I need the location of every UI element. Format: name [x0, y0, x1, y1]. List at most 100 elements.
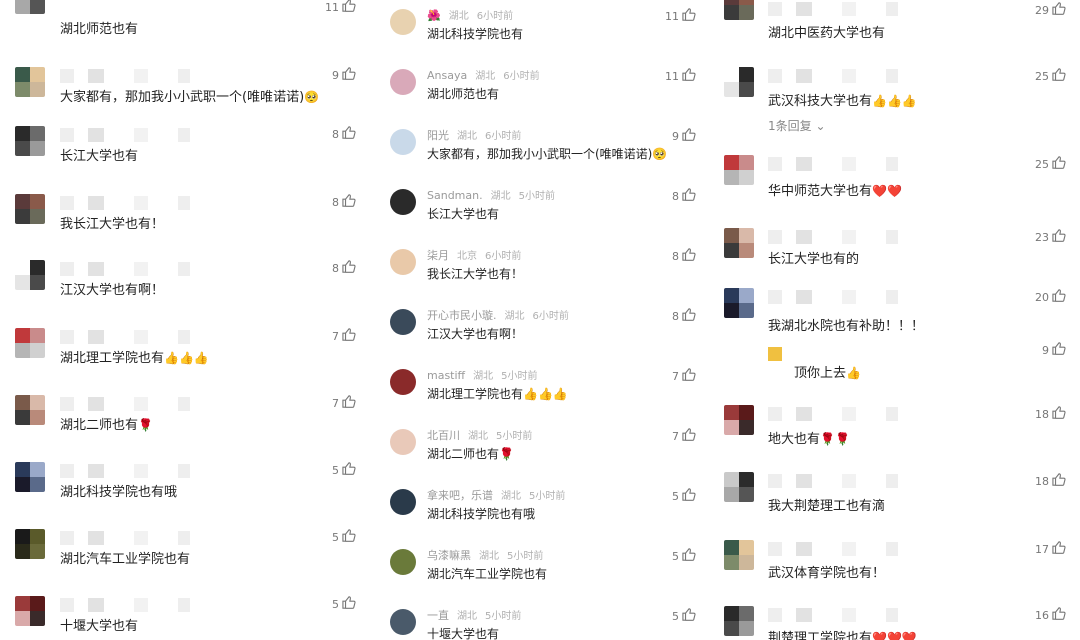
- emoji-suffix: 👍👍👍: [872, 94, 917, 108]
- like-button[interactable]: 17: [1035, 541, 1066, 557]
- like-button[interactable]: 7: [332, 395, 356, 411]
- redacted-username: [768, 157, 782, 171]
- avatar[interactable]: [724, 155, 754, 185]
- comment-text: 湖北理工学院也有👍👍👍: [427, 385, 568, 402]
- like-button[interactable]: 9: [1042, 342, 1066, 358]
- comment-text: 湖北科技学院也有哦: [427, 505, 535, 522]
- like-button[interactable]: 25: [1035, 156, 1066, 172]
- avatar[interactable]: [724, 67, 754, 97]
- like-button[interactable]: 23: [1035, 229, 1066, 245]
- like-button[interactable]: 8: [332, 126, 356, 142]
- like-count: 8: [672, 189, 679, 203]
- location: 湖北: [490, 191, 511, 202]
- avatar[interactable]: [15, 126, 45, 156]
- avatar[interactable]: [724, 472, 754, 502]
- avatar[interactable]: [390, 369, 416, 395]
- like-button[interactable]: 8: [672, 308, 696, 324]
- like-button[interactable]: 5: [332, 462, 356, 478]
- avatar[interactable]: [724, 228, 754, 258]
- avatar[interactable]: [724, 0, 754, 20]
- username[interactable]: 🌺: [427, 9, 441, 22]
- avatar[interactable]: [724, 288, 754, 318]
- username[interactable]: Ansaya: [427, 69, 467, 82]
- avatar[interactable]: [15, 462, 45, 492]
- like-button[interactable]: 7: [672, 368, 696, 384]
- view-replies-link[interactable]: 1条回复 ⌄: [768, 117, 826, 134]
- redacted-username: [88, 69, 104, 83]
- like-button[interactable]: 11: [325, 0, 356, 15]
- avatar[interactable]: [15, 67, 45, 97]
- like-button[interactable]: 5: [672, 488, 696, 504]
- thumbs-up-icon: [1052, 68, 1066, 84]
- like-button[interactable]: 8: [672, 248, 696, 264]
- avatar[interactable]: [724, 405, 754, 435]
- like-button[interactable]: 5: [332, 596, 356, 612]
- username[interactable]: 阳光: [427, 129, 449, 142]
- redacted-username: [88, 196, 104, 210]
- thumbs-up-icon: [1052, 607, 1066, 623]
- avatar[interactable]: [15, 395, 45, 425]
- like-button[interactable]: 25: [1035, 68, 1066, 84]
- avatar[interactable]: [15, 194, 45, 224]
- like-button[interactable]: 18: [1035, 406, 1066, 422]
- avatar[interactable]: [724, 540, 754, 570]
- username[interactable]: 北百川: [427, 429, 460, 442]
- redacted-username: [768, 542, 782, 556]
- like-button[interactable]: 8: [332, 194, 356, 210]
- avatar[interactable]: [390, 69, 416, 95]
- thumbs-up-icon: [682, 608, 696, 624]
- username[interactable]: 拿来吧，乐谱: [427, 489, 493, 502]
- like-button[interactable]: 8: [672, 188, 696, 204]
- emoji-suffix: 🌹: [138, 418, 153, 432]
- like-button[interactable]: 9: [332, 67, 356, 83]
- comment-body: 江汉大学也有啊！: [427, 327, 524, 341]
- reply-avatar[interactable]: [768, 347, 782, 361]
- redacted-username: [842, 157, 856, 171]
- like-button[interactable]: 11: [665, 68, 696, 84]
- like-button[interactable]: 11: [665, 8, 696, 24]
- username[interactable]: 一直: [427, 609, 449, 622]
- like-button[interactable]: 8: [332, 260, 356, 276]
- comment-body: 湖北理工学院也有: [427, 387, 524, 401]
- like-button[interactable]: 5: [332, 529, 356, 545]
- comment-body: 湖北汽车工业学院也有: [427, 567, 548, 581]
- avatar[interactable]: [15, 529, 45, 559]
- like-button[interactable]: 5: [672, 608, 696, 624]
- like-button[interactable]: 29: [1035, 2, 1066, 18]
- avatar[interactable]: [390, 549, 416, 575]
- avatar[interactable]: [390, 249, 416, 275]
- username[interactable]: Sandman.: [427, 189, 483, 202]
- avatar[interactable]: [390, 609, 416, 635]
- avatar[interactable]: [390, 189, 416, 215]
- avatar[interactable]: [390, 489, 416, 515]
- avatar[interactable]: [15, 328, 45, 358]
- like-button[interactable]: 7: [332, 328, 356, 344]
- like-button[interactable]: 18: [1035, 473, 1066, 489]
- redacted-username: [178, 262, 190, 276]
- avatar[interactable]: [390, 129, 416, 155]
- like-button[interactable]: 5: [672, 548, 696, 564]
- comment-text: 我大荆楚理工也有滴: [768, 495, 885, 514]
- username[interactable]: mastiff: [427, 369, 465, 382]
- like-button[interactable]: 16: [1035, 607, 1066, 623]
- avatar[interactable]: [724, 606, 754, 636]
- avatar[interactable]: [15, 0, 45, 14]
- emoji-suffix: ❤️❤️❤️: [872, 631, 917, 640]
- redacted-username: [768, 474, 782, 488]
- thumbs-up-icon: [1052, 473, 1066, 489]
- like-button[interactable]: 7: [672, 428, 696, 444]
- avatar[interactable]: [390, 9, 416, 35]
- username[interactable]: 开心市民小璇.: [427, 309, 497, 322]
- redacted-username: [842, 474, 856, 488]
- like-button[interactable]: 20: [1035, 289, 1066, 305]
- avatar[interactable]: [15, 260, 45, 290]
- avatar[interactable]: [15, 596, 45, 626]
- comment-body: 地大也有: [768, 432, 821, 447]
- username[interactable]: 柒月: [427, 249, 449, 262]
- avatar[interactable]: [390, 309, 416, 335]
- like-button[interactable]: 9: [672, 128, 696, 144]
- redacted-username: [134, 598, 148, 612]
- avatar[interactable]: [390, 429, 416, 455]
- username[interactable]: 乌漆嘛黑: [427, 549, 471, 562]
- redacted-username: [88, 531, 104, 545]
